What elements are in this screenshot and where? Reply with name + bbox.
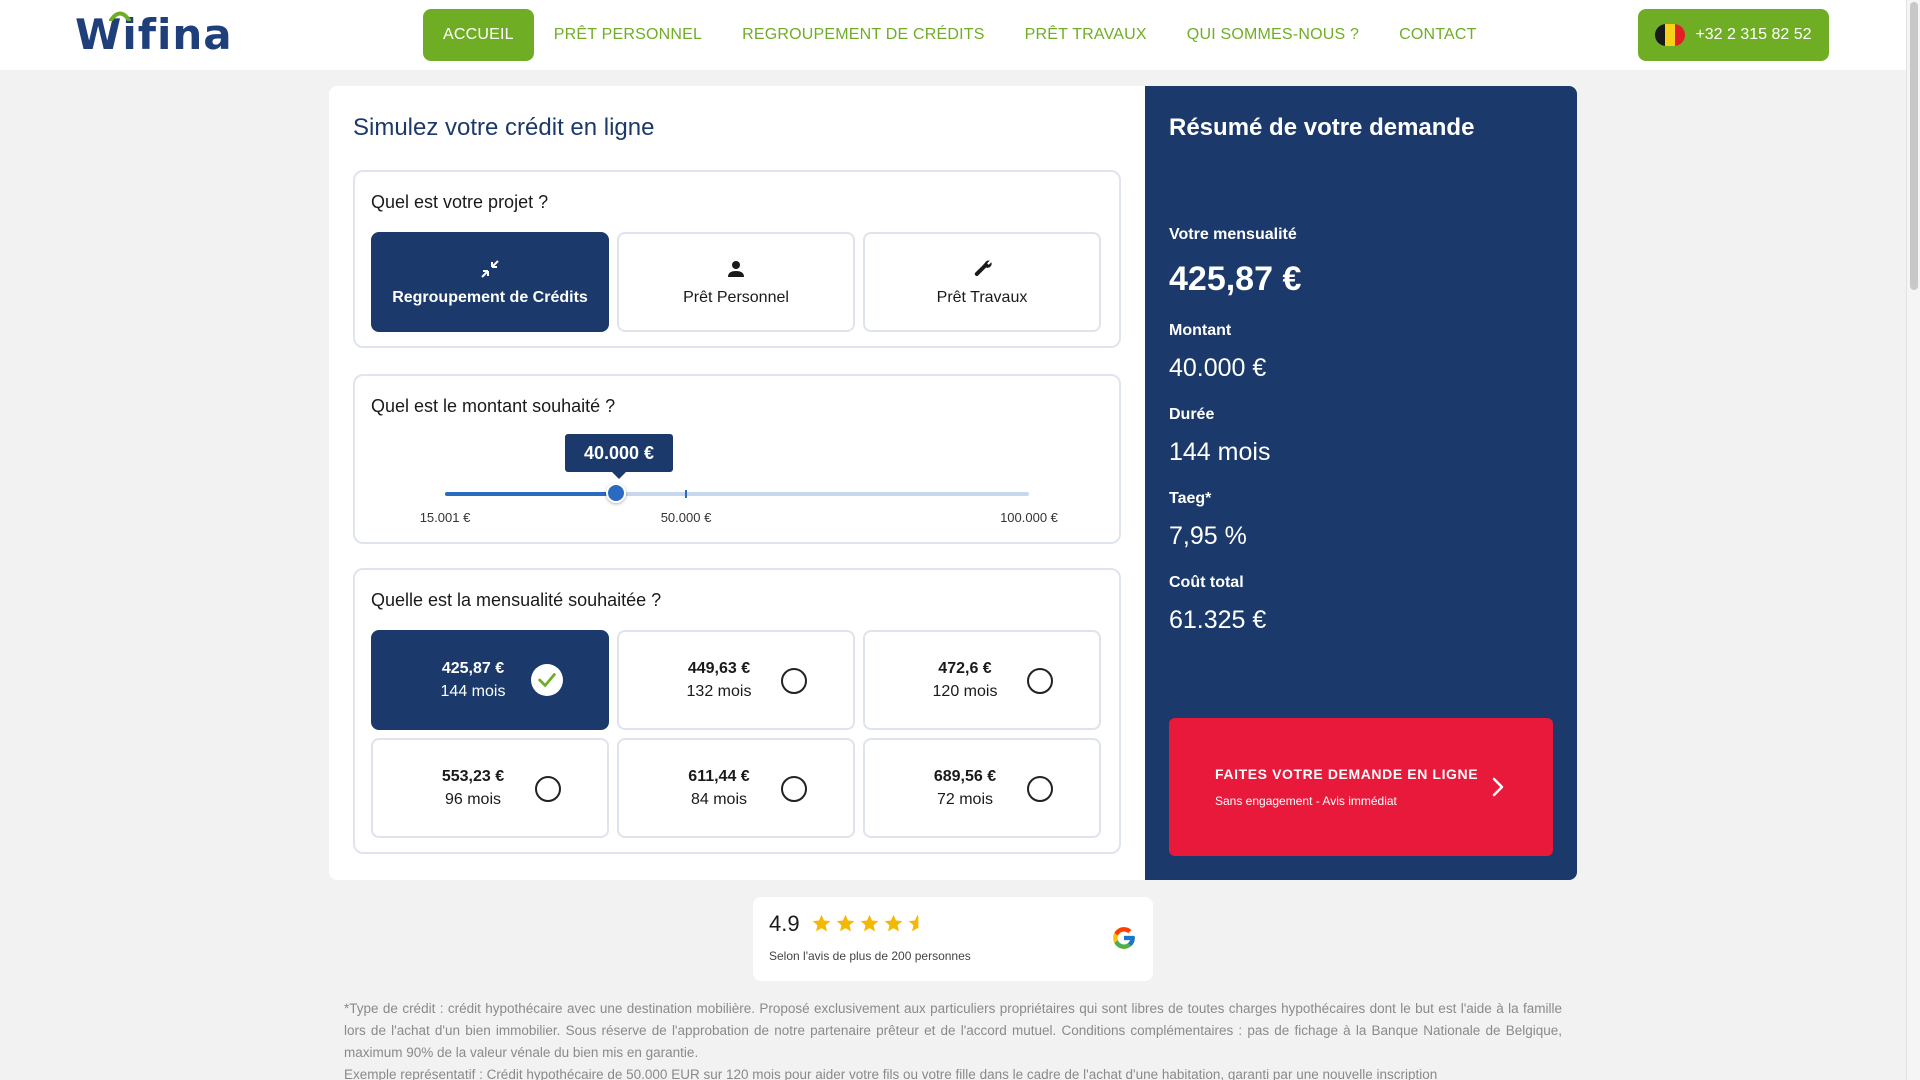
compress-arrows-icon bbox=[481, 260, 499, 278]
rating-value: 4.9 bbox=[769, 911, 800, 936]
summary-amount-label: Montant bbox=[1169, 322, 1232, 339]
monthly-option-months: 96 mois bbox=[444, 791, 502, 808]
nav-item-contact[interactable]: CONTACT bbox=[1379, 9, 1497, 61]
nav-item-pret-travaux[interactable]: PRÊT TRAVAUX bbox=[1005, 9, 1167, 61]
monthly-question: Quelle est la mensualité souhaitée ? bbox=[371, 590, 662, 610]
amount-bubble: 40.000 € bbox=[565, 434, 673, 479]
page-scrollbar[interactable] bbox=[1906, 0, 1920, 1080]
amount-mid-label: 50.000 € bbox=[660, 510, 712, 525]
chevron-right-icon bbox=[1492, 777, 1504, 797]
phone-number: +32 2 315 82 52 bbox=[1695, 26, 1812, 43]
main-nav: ACCUEIL PRÊT PERSONNEL REGROUPEMENT DE C… bbox=[423, 9, 1497, 61]
monthly-option-amount: 449,63 € bbox=[687, 660, 751, 677]
legal-disclaimer: *Type de crédit : crédit hypothécaire av… bbox=[344, 998, 1562, 1080]
summary-panel: Résumé de votre demande Votre mensualité… bbox=[1145, 86, 1577, 880]
cta-main-label: FAITES VOTRE DEMANDE EN LIGNE bbox=[1215, 766, 1479, 782]
monthly-option-amount: 611,44 € bbox=[688, 768, 750, 785]
project-option-label: Regroupement de Crédits bbox=[392, 289, 588, 306]
summary-monthly-value: 425,87 € bbox=[1169, 260, 1302, 298]
monthly-option-amount: 472,6 € bbox=[938, 660, 992, 677]
project-block: Quel est votre projet ? Regroupement de … bbox=[353, 170, 1121, 348]
star-icon bbox=[884, 914, 903, 932]
scrollbar-thumb[interactable] bbox=[1910, 2, 1918, 290]
reviews-subtitle: Selon l'avis de plus de 200 personnes bbox=[769, 949, 971, 963]
radio-icon[interactable] bbox=[781, 776, 807, 802]
project-option-regroupement[interactable]: Regroupement de Crédits bbox=[371, 232, 609, 332]
radio-icon[interactable] bbox=[1027, 668, 1053, 694]
amount-slider-thumb[interactable] bbox=[606, 483, 627, 503]
project-question: Quel est votre projet ? bbox=[371, 192, 549, 212]
star-icon bbox=[860, 914, 879, 932]
project-option-pret-travaux[interactable]: Prêt Travaux bbox=[863, 232, 1101, 332]
disclaimer-paragraph: Exemple représentatif : Crédit hypothéca… bbox=[344, 1067, 1438, 1080]
apply-online-button[interactable]: FAITES VOTRE DEMANDE EN LIGNE Sans engag… bbox=[1169, 718, 1553, 856]
google-icon bbox=[1113, 927, 1135, 949]
summary-cost-label: Coût total bbox=[1169, 574, 1244, 591]
summary-duration-value: 144 mois bbox=[1169, 438, 1271, 466]
rating-stars bbox=[811, 913, 928, 934]
monthly-block: Quelle est la mensualité souhaitée ? 425… bbox=[353, 568, 1121, 854]
amount-slider-track[interactable] bbox=[445, 483, 1029, 503]
simulator-card: Simulez votre crédit en ligne Quel est v… bbox=[329, 86, 1145, 880]
summary-monthly-label: Votre mensualité bbox=[1169, 226, 1297, 243]
reviews-widget[interactable]: 4.9 Selon l'avis de plus de 200 personne… bbox=[753, 897, 1153, 981]
project-option-label: Prêt Personnel bbox=[683, 289, 789, 306]
belgium-flag-icon bbox=[1655, 24, 1686, 46]
site-header: Wifina ACCUEIL PRÊT PERSONNEL REGROUPEME… bbox=[0, 0, 1906, 70]
radio-icon[interactable] bbox=[781, 668, 807, 694]
nav-item-regroupement[interactable]: REGROUPEMENT DE CRÉDITS bbox=[722, 9, 1005, 61]
monthly-option-months: 120 mois bbox=[932, 683, 998, 700]
monthly-option-132[interactable]: 449,63 € 132 mois bbox=[617, 630, 855, 730]
amount-question: Quel est le montant souhaité ? bbox=[371, 396, 616, 416]
disclaimer-paragraph: *Type de crédit : crédit hypothécaire av… bbox=[344, 1001, 1562, 1060]
monthly-option-months: 144 mois bbox=[440, 683, 506, 700]
amount-block: Quel est le montant souhaité ? 40.000 € … bbox=[353, 374, 1121, 544]
simulator-title: Simulez votre crédit en ligne bbox=[353, 114, 655, 141]
nav-item-qui-sommes-nous[interactable]: QUI SOMMES-NOUS ? bbox=[1167, 9, 1379, 61]
amount-slider-fill bbox=[445, 492, 617, 496]
check-icon bbox=[531, 664, 563, 696]
summary-taeg-label: Taeg* bbox=[1169, 490, 1212, 507]
star-icon bbox=[812, 914, 831, 932]
phone-button[interactable]: +32 2 315 82 52 bbox=[1638, 9, 1829, 61]
wifi-arc-icon bbox=[109, 11, 131, 21]
amount-slider-tick bbox=[685, 490, 687, 498]
monthly-option-months: 132 mois bbox=[686, 683, 752, 700]
logo[interactable]: Wifina bbox=[75, 10, 233, 59]
monthly-option-amount: 553,23 € bbox=[441, 768, 505, 785]
logo-text: Wifina bbox=[75, 10, 233, 59]
monthly-option-months: 84 mois bbox=[690, 791, 748, 808]
summary-taeg-value: 7,95 % bbox=[1169, 522, 1247, 550]
person-icon bbox=[728, 261, 744, 277]
monthly-option-144[interactable]: 425,87 € 144 mois bbox=[371, 630, 609, 730]
wrench-icon bbox=[974, 260, 992, 276]
monthly-option-84[interactable]: 611,44 € 84 mois bbox=[617, 738, 855, 838]
summary-amount-value: 40.000 € bbox=[1169, 354, 1267, 382]
nav-item-accueil[interactable]: ACCUEIL bbox=[423, 9, 534, 61]
monthly-option-amount: 689,56 € bbox=[933, 768, 997, 785]
monthly-option-amount: 425,87 € bbox=[441, 660, 505, 677]
half-star-icon bbox=[908, 914, 919, 932]
monthly-option-months: 72 mois bbox=[936, 791, 994, 808]
star-icon bbox=[836, 914, 855, 932]
project-option-pret-personnel[interactable]: Prêt Personnel bbox=[617, 232, 855, 332]
amount-max-label: 100.000 € bbox=[1000, 510, 1058, 525]
summary-title: Résumé de votre demande bbox=[1169, 114, 1475, 141]
summary-cost-value: 61.325 € bbox=[1169, 606, 1267, 634]
amount-min-label: 15.001 € bbox=[419, 510, 471, 525]
monthly-option-72[interactable]: 689,56 € 72 mois bbox=[863, 738, 1101, 838]
monthly-option-96[interactable]: 553,23 € 96 mois bbox=[371, 738, 609, 838]
monthly-option-120[interactable]: 472,6 € 120 mois bbox=[863, 630, 1101, 730]
summary-duration-label: Durée bbox=[1169, 406, 1215, 423]
nav-item-pret-personnel[interactable]: PRÊT PERSONNEL bbox=[534, 9, 722, 61]
cta-sub-label: Sans engagement - Avis immédiat bbox=[1215, 794, 1397, 808]
project-option-label: Prêt Travaux bbox=[936, 289, 1028, 306]
radio-icon[interactable] bbox=[535, 776, 561, 802]
radio-icon[interactable] bbox=[1027, 776, 1053, 802]
